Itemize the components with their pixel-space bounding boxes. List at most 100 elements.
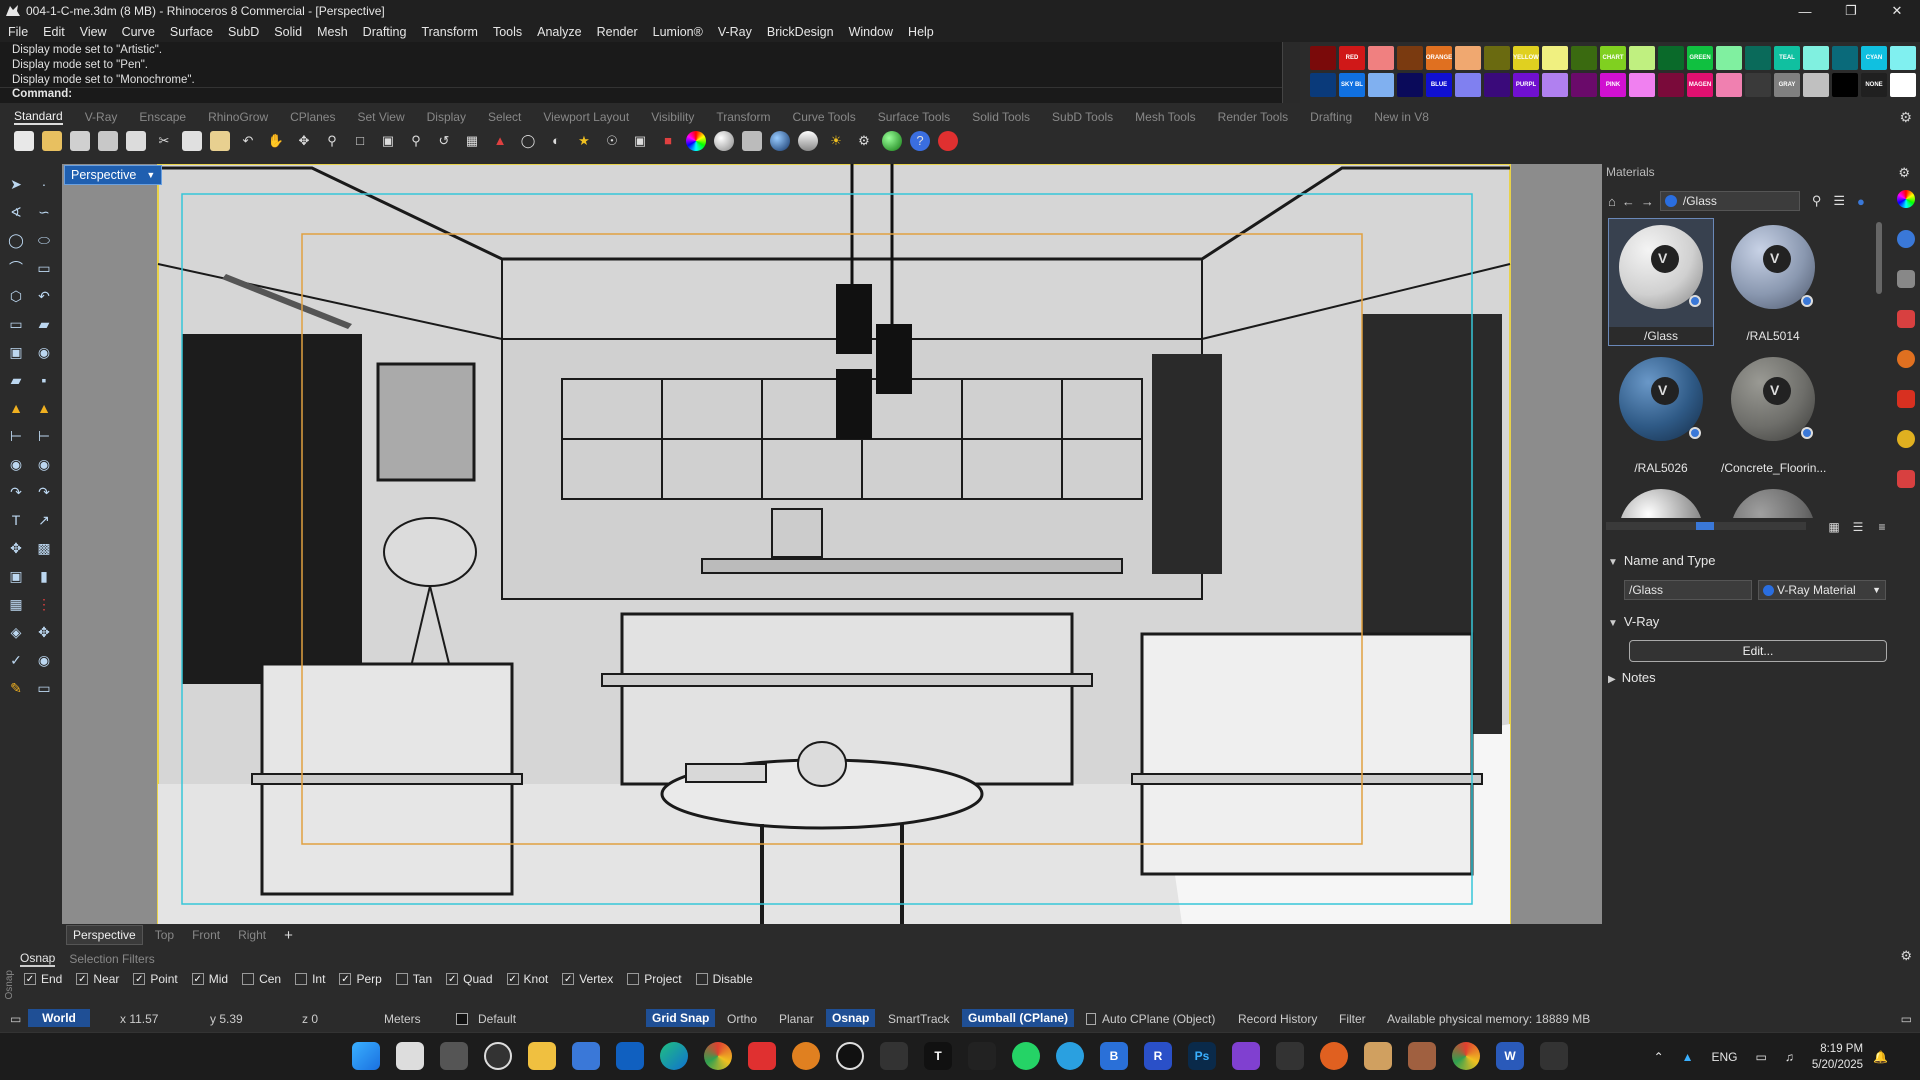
tab-vray[interactable]: V-Ray — [85, 110, 118, 124]
color-swatch[interactable]: BLUE — [1426, 73, 1452, 97]
checkbox-box[interactable] — [395, 973, 408, 985]
color-swatch[interactable]: MAGEN — [1687, 73, 1713, 97]
menu-help[interactable]: Help — [908, 25, 934, 39]
text-icon[interactable]: T — [4, 508, 28, 532]
osnap-perp-checkbox[interactable]: ✓ Perp — [339, 972, 382, 986]
layer-icon[interactable]: ■ — [658, 131, 678, 151]
color-swatch[interactable]: CHART — [1600, 46, 1626, 70]
analyze-icon[interactable]: ⋮ — [32, 592, 56, 616]
viewport-title-tab[interactable]: Perspective ▼ — [64, 165, 163, 185]
zoom-window-icon[interactable]: □ — [350, 131, 370, 151]
hexagon-app-icon[interactable] — [440, 1042, 468, 1070]
color-swatch[interactable] — [1890, 46, 1916, 70]
volume-icon[interactable]: ♫ — [1785, 1050, 1794, 1064]
texture-icon[interactable] — [1897, 470, 1915, 488]
chevron-down-icon[interactable]: ▼ — [146, 170, 155, 180]
users-app-icon[interactable] — [1364, 1042, 1392, 1070]
color-swatch[interactable] — [1629, 46, 1655, 70]
back-arrow-icon[interactable]: ← — [1622, 194, 1635, 209]
units[interactable]: Meters — [384, 1012, 421, 1026]
color-wheel-icon[interactable] — [686, 131, 706, 151]
telegram-icon[interactable] — [1056, 1042, 1084, 1070]
checkbox-box[interactable] — [695, 973, 708, 985]
word-icon[interactable]: W — [1496, 1042, 1524, 1070]
camera-icon[interactable]: ◉ — [32, 648, 56, 672]
tab-perspective[interactable]: Perspective — [66, 925, 143, 945]
help-icon[interactable]: ? — [910, 131, 930, 151]
record-history-toggle[interactable]: Record History — [1238, 1012, 1317, 1026]
lock-icon[interactable]: ▣ — [630, 131, 650, 151]
command-input[interactable]: Command: — [0, 87, 1300, 103]
planar-toggle[interactable]: Planar — [779, 1012, 814, 1026]
options-icon[interactable]: ⚙ — [854, 131, 874, 151]
blender-icon[interactable] — [792, 1042, 820, 1070]
tab-drafting[interactable]: Drafting — [1310, 110, 1352, 124]
color-wheel-icon[interactable] — [1897, 190, 1915, 208]
check-icon[interactable]: ✓ — [4, 648, 28, 672]
gumball-icon[interactable]: ✥ — [32, 620, 56, 644]
clock[interactable]: 8:19 PM 5/20/2025 — [1812, 1041, 1863, 1073]
gear-icon[interactable]: ⚙ — [1900, 948, 1912, 964]
edge-icon[interactable] — [660, 1042, 688, 1070]
forward-arrow-icon[interactable]: → — [1641, 194, 1654, 209]
r-app-icon[interactable]: R — [1144, 1042, 1172, 1070]
smarttrack-toggle[interactable]: SmartTrack — [888, 1012, 950, 1026]
ellipse-icon[interactable]: ⬭ — [32, 228, 56, 252]
osnap-cen-checkbox[interactable]: Cen — [242, 972, 281, 986]
color-swatch[interactable] — [1803, 73, 1829, 97]
color-swatch[interactable] — [1658, 46, 1684, 70]
bulb-icon[interactable] — [1897, 430, 1915, 448]
section-name-and-type[interactable]: ▼ Name and Type — [1608, 553, 1715, 568]
lock-icon[interactable] — [1086, 1013, 1096, 1025]
solid-tools-icon[interactable]: ▪ — [32, 368, 56, 392]
outlook-icon[interactable] — [616, 1042, 644, 1070]
boolean-split-icon[interactable]: ◉ — [32, 452, 56, 476]
paint-icon[interactable] — [1897, 310, 1915, 328]
orange-app-icon[interactable] — [1320, 1042, 1348, 1070]
color-swatch[interactable] — [1716, 46, 1742, 70]
list-view-icon[interactable]: ☰ — [1848, 520, 1868, 538]
tab-transform[interactable]: Transform — [716, 110, 770, 124]
open-folder-icon[interactable] — [42, 131, 62, 151]
color-swatch[interactable] — [1571, 46, 1597, 70]
checkbox-box[interactable]: ✓ — [506, 973, 519, 985]
tab-enscape[interactable]: Enscape — [139, 110, 186, 124]
color-swatch[interactable] — [1455, 73, 1481, 97]
color-swatch[interactable] — [1368, 73, 1394, 97]
zoom-selected-icon[interactable]: ⚲ — [406, 131, 426, 151]
mesh-icon[interactable]: ▲ — [4, 396, 28, 420]
osnap-disable-checkbox[interactable]: Disable — [695, 972, 753, 986]
color-swatch[interactable] — [1310, 46, 1336, 70]
section-notes[interactable]: ▶ Notes — [1608, 670, 1656, 685]
rhino-icon[interactable] — [880, 1042, 908, 1070]
curve-from-objects-icon[interactable]: ↶ — [32, 284, 56, 308]
tab-subd-tools[interactable]: SubD Tools — [1052, 110, 1113, 124]
add-viewport-button[interactable]: + — [284, 927, 293, 944]
color-swatch[interactable] — [1658, 73, 1684, 97]
slider-thumb[interactable] — [1696, 522, 1714, 530]
checkbox-box[interactable]: ✓ — [339, 973, 352, 985]
grid-snap-toggle[interactable]: Grid Snap — [646, 1009, 716, 1027]
select-arrow-icon[interactable]: ➤ — [4, 172, 28, 196]
menu-tools[interactable]: Tools — [493, 25, 522, 39]
color-swatch[interactable]: CYAN — [1861, 46, 1887, 70]
feedback-icon[interactable] — [938, 131, 958, 151]
maximize-icon[interactable]: ❐ — [1828, 0, 1874, 22]
arc-icon[interactable]: ⌒ — [4, 256, 28, 280]
surface-from-curves-icon[interactable]: ▰ — [32, 312, 56, 336]
material-thumbnail[interactable]: /Concrete_Floorin... — [1720, 350, 1826, 478]
checkbox-box[interactable]: ✓ — [24, 973, 36, 985]
color-swatch[interactable]: ORANGE — [1426, 46, 1452, 70]
pan-hand-icon[interactable]: ✋ — [266, 131, 286, 151]
pencil-icon[interactable]: ✎ — [4, 676, 28, 700]
color-swatch[interactable] — [1310, 73, 1336, 97]
light-bulb-icon[interactable]: ☉ — [602, 131, 622, 151]
tab-osnap[interactable]: Osnap — [20, 951, 56, 967]
render-icon[interactable] — [1897, 390, 1915, 408]
menu-window[interactable]: Window — [849, 25, 893, 39]
copy-to-clipboard-icon[interactable] — [126, 131, 146, 151]
material-thumbnail[interactable]: /Glass — [1608, 218, 1714, 346]
osnap-end-checkbox[interactable]: ✓ End — [24, 972, 62, 986]
perspective-viewport[interactable] — [62, 164, 1602, 924]
command-scrollbar[interactable] — [1282, 42, 1300, 103]
